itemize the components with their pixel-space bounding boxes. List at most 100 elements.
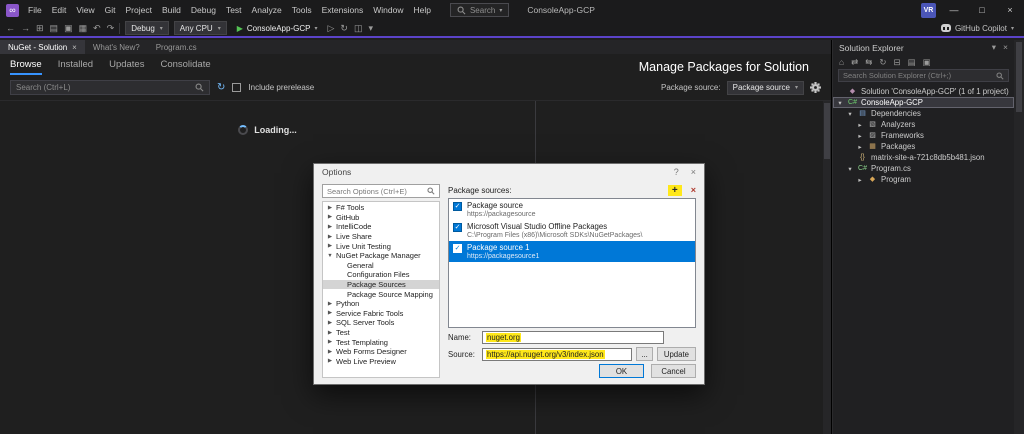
menu-file[interactable]: File — [23, 0, 47, 20]
options-tree-item-fsharp-tools[interactable]: ▶F# Tools — [323, 203, 439, 213]
package-search-input[interactable]: Search (Ctrl+L) — [10, 80, 210, 95]
add-source-button[interactable]: + — [668, 185, 682, 196]
doc-tab-nuget-solution[interactable]: NuGet - Solution× — [0, 40, 85, 54]
expand-arrow-icon[interactable]: ▶ — [326, 301, 334, 307]
nuget-tab-updates[interactable]: Updates — [109, 59, 144, 75]
expand-arrow-icon[interactable]: ▶ — [326, 339, 334, 345]
scrollbar-thumb[interactable] — [824, 103, 830, 159]
nuget-tab-browse[interactable]: Browse — [10, 59, 42, 75]
cancel-button[interactable]: Cancel — [651, 364, 696, 378]
menu-project[interactable]: Project — [121, 0, 157, 20]
menu-tools[interactable]: Tools — [287, 0, 317, 20]
source-enabled-checkbox[interactable]: ✓ — [453, 223, 462, 232]
show-all-files-icon[interactable]: ▤ — [908, 55, 916, 69]
menu-extensions[interactable]: Extensions — [317, 0, 369, 20]
nuget-tab-consolidate[interactable]: Consolidate — [160, 59, 210, 75]
update-button[interactable]: Update — [657, 347, 696, 361]
package-source-dropdown[interactable]: Package source ▾ — [727, 81, 804, 95]
options-tree-item-intellicode[interactable]: ▶IntelliCode — [323, 222, 439, 232]
expand-arrow-icon[interactable]: ▾ — [846, 110, 854, 118]
maximize-button[interactable]: □ — [972, 0, 992, 20]
options-tree-item-live-unit-testing[interactable]: ▶Live Unit Testing — [323, 241, 439, 251]
minimize-button[interactable]: — — [944, 0, 964, 20]
options-tree-item-python[interactable]: ▶Python — [323, 299, 439, 309]
menu-test[interactable]: Test — [221, 0, 247, 20]
account-badge[interactable]: VR — [921, 3, 936, 18]
source-enabled-checkbox[interactable]: ✓ — [453, 244, 462, 253]
forward-icon[interactable]: → — [21, 21, 30, 35]
hot-reload-icon[interactable]: ↻ — [340, 21, 348, 35]
refresh-icon[interactable]: ↻ — [879, 55, 886, 69]
options-tree-item-web-forms-designer[interactable]: ▶Web Forms Designer — [323, 347, 439, 357]
expand-arrow-icon[interactable]: ▶ — [326, 310, 334, 316]
expand-arrow-icon[interactable]: ▶ — [326, 349, 334, 355]
expand-arrow-icon[interactable]: ▶ — [326, 243, 334, 249]
gear-icon[interactable] — [810, 82, 821, 93]
open-file-icon[interactable]: ▤ — [50, 21, 59, 35]
close-icon[interactable]: × — [1003, 42, 1008, 53]
tree-item-program[interactable]: ▸◆Program — [833, 174, 1014, 185]
menu-debug[interactable]: Debug — [186, 0, 221, 20]
tree-item-packages[interactable]: ▸▦Packages — [833, 141, 1014, 152]
scrollbar-thumb[interactable] — [1016, 42, 1022, 112]
options-dialog-titlebar[interactable]: Options ? × — [314, 164, 704, 180]
solution-explorer-search-input[interactable]: Search Solution Explorer (Ctrl+;) — [838, 69, 1009, 82]
source-enabled-checkbox[interactable]: ✓ — [453, 202, 462, 211]
options-tree-item-package-source-mapping[interactable]: Package Source Mapping — [323, 289, 439, 299]
options-tree-item-nuget-package-manager[interactable]: ▼NuGet Package Manager — [323, 251, 439, 261]
expand-arrow-icon[interactable]: ▶ — [326, 224, 334, 230]
break-all-icon[interactable]: ◫ — [354, 21, 363, 35]
menu-analyze[interactable]: Analyze — [247, 0, 287, 20]
expand-arrow-icon[interactable]: ▶ — [326, 205, 334, 211]
properties-icon[interactable]: ▣ — [923, 55, 931, 69]
options-tree-item-live-share[interactable]: ▶Live Share — [323, 232, 439, 242]
sync-with-active-document-icon[interactable]: ⇆ — [865, 55, 872, 69]
tree-item-frameworks[interactable]: ▸▨Frameworks — [833, 130, 1014, 141]
ok-button[interactable]: OK — [599, 364, 644, 378]
remove-source-button[interactable]: × — [691, 185, 696, 195]
package-sources-list[interactable]: ✓Package sourcehttps://packagesource✓Mic… — [448, 198, 696, 328]
back-icon[interactable]: ← — [6, 21, 15, 35]
new-project-icon[interactable]: ⊞ — [36, 21, 44, 35]
tree-item-consoleapp-gcp[interactable]: ▾C#ConsoleApp-GCP — [833, 97, 1014, 108]
window-position-icon[interactable]: ▾ — [992, 42, 996, 53]
menu-edit[interactable]: Edit — [47, 0, 72, 20]
tree-item-analyzers[interactable]: ▸▧Analyzers — [833, 119, 1014, 130]
menu-help[interactable]: Help — [408, 0, 435, 20]
save-all-icon[interactable]: ▦ — [79, 21, 88, 35]
help-button[interactable]: ? — [674, 167, 679, 177]
expand-arrow-icon[interactable]: ▸ — [856, 132, 864, 140]
solution-platforms-dropdown[interactable]: Any CPU ▾ — [174, 21, 227, 35]
expand-arrow-icon[interactable]: ▶ — [326, 320, 334, 326]
expand-arrow-icon[interactable]: ▶ — [326, 358, 334, 364]
collapse-all-icon[interactable]: ⊟ — [894, 55, 901, 69]
close-button[interactable]: × — [1000, 0, 1020, 20]
menu-build[interactable]: Build — [157, 0, 186, 20]
undo-icon[interactable]: ↶ — [93, 21, 101, 35]
browse-button[interactable]: ... — [636, 347, 653, 361]
package-source-item-package-source-1[interactable]: ✓Package source 1https://packagesource1 — [449, 241, 695, 262]
options-tree-item-test[interactable]: ▶Test — [323, 328, 439, 338]
options-tree-item-configuration-files[interactable]: Configuration Files — [323, 270, 439, 280]
switch-views-icon[interactable]: ⇄ — [851, 55, 858, 69]
options-tree-item-test-templating[interactable]: ▶Test Templating — [323, 337, 439, 347]
tree-item-matrix-site-a-721c8db5b481-json[interactable]: {}matrix-site-a-721c8db5b481.json — [833, 152, 1014, 163]
menu-window[interactable]: Window — [368, 0, 408, 20]
options-tree-item-package-sources[interactable]: Package Sources — [323, 280, 439, 290]
expand-arrow-icon[interactable]: ▾ — [836, 99, 844, 107]
run-without-debugging-icon[interactable]: ▷ — [327, 21, 334, 35]
expand-arrow-icon[interactable]: ▶ — [326, 234, 334, 240]
expand-arrow-icon[interactable]: ▶ — [326, 214, 334, 220]
home-icon[interactable]: ⌂ — [839, 55, 844, 69]
doc-tab-program-cs[interactable]: Program.cs — [148, 40, 205, 54]
tree-item-program-cs[interactable]: ▾C#Program.cs — [833, 163, 1014, 174]
expand-arrow-icon[interactable]: ▾ — [846, 165, 854, 173]
save-icon[interactable]: ▣ — [64, 21, 73, 35]
expand-arrow-icon[interactable]: ▸ — [856, 176, 864, 184]
close-tab-icon[interactable]: × — [72, 43, 77, 52]
doc-tab-what-s-new[interactable]: What's New? — [85, 40, 148, 54]
nuget-tab-installed[interactable]: Installed — [58, 59, 93, 75]
solution-explorer-scrollbar[interactable] — [1014, 40, 1024, 434]
options-tree-item-github[interactable]: ▶GitHub — [323, 213, 439, 223]
titlebar-search[interactable]: Search ▾ — [450, 3, 509, 17]
